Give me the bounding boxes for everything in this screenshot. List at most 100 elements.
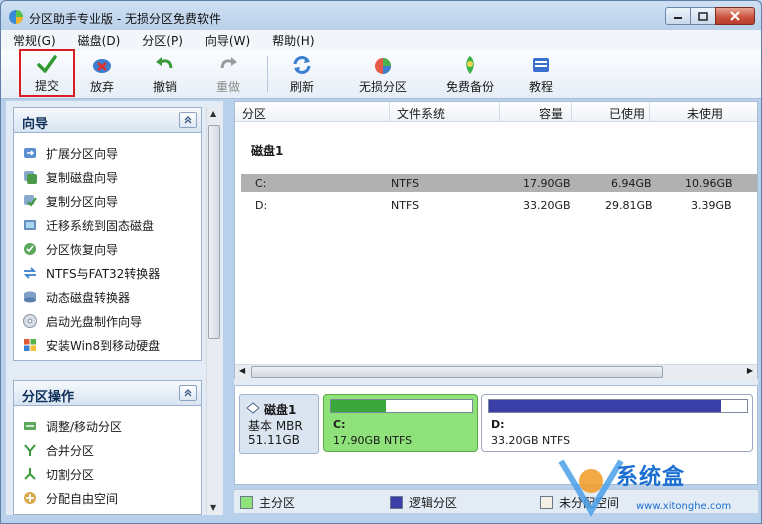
tutorial-button[interactable]: 教程 xyxy=(514,51,568,96)
wizard-item-label: 迁移系统到固态磁盘 xyxy=(46,218,155,233)
scroll-right-icon: ▶ xyxy=(746,366,753,375)
free-backup-button[interactable]: 免费备份 xyxy=(443,51,497,96)
usage-fill-c xyxy=(331,400,386,412)
op-split[interactable]: 切割分区 xyxy=(22,462,201,486)
table-row-c[interactable]: C: NTFS 17.90GB 6.94GB 10.96GB xyxy=(241,174,757,192)
menu-help[interactable]: 帮助(H) xyxy=(272,32,314,49)
menu-general[interactable]: 常规(G) xyxy=(13,32,56,49)
op-merge[interactable]: 合并分区 xyxy=(22,438,201,462)
disk-group-label: 磁盘1 xyxy=(251,144,284,158)
commit-button[interactable]: 提交 xyxy=(19,49,75,97)
table-scroll-thumb[interactable] xyxy=(251,366,663,378)
undo-button[interactable]: 撤销 xyxy=(138,51,192,96)
wizard-item-label: 复制磁盘向导 xyxy=(46,170,119,185)
wizard-item-label: NTFS与FAT32转换器 xyxy=(46,266,161,281)
wizard-item-copy-disk[interactable]: 复制磁盘向导 xyxy=(22,165,201,189)
cell-filesystem: NTFS xyxy=(391,177,420,190)
wizard-item-ntfs-fat32[interactable]: NTFS与FAT32转换器 xyxy=(22,261,201,285)
table-row-d[interactable]: D: NTFS 33.20GB 29.81GB 3.39GB xyxy=(241,196,757,214)
app-window: 分区助手专业版 - 无损分区免费软件 常规(G) 磁盘(D) 分区(P) 向导(… xyxy=(0,0,762,524)
minimize-icon xyxy=(674,17,682,19)
legend-logical: 逻辑分区 xyxy=(390,494,457,511)
disk-icon xyxy=(246,402,260,414)
partition-ops-title: 分区操作 xyxy=(22,390,75,405)
migrate-os-icon xyxy=(24,220,36,230)
legend-label: 主分区 xyxy=(259,496,296,510)
wizard-item-win8-to-go[interactable]: 安装Win8到移动硬盘 xyxy=(22,333,201,357)
wizard-item-label: 动态磁盘转换器 xyxy=(46,290,131,305)
col-free[interactable]: 未使用 xyxy=(687,105,723,122)
scroll-left-icon: ◀ xyxy=(239,366,246,375)
wizard-item-extend-partition[interactable]: 扩展分区向导 xyxy=(22,141,201,165)
refresh-icon xyxy=(293,56,311,74)
legend-swatch xyxy=(240,496,253,509)
col-filesystem[interactable]: 文件系统 xyxy=(397,105,445,122)
watermark-text: 系统盒 xyxy=(616,465,686,490)
disk-size: 51.11GB xyxy=(248,433,300,447)
wizard-item-migrate-ssd[interactable]: 迁移系统到固态磁盘 xyxy=(22,213,201,237)
chevron-up-icon xyxy=(184,116,192,124)
allocate-space-icon xyxy=(24,492,36,504)
close-icon xyxy=(730,11,740,21)
copy-disk-icon xyxy=(24,171,37,184)
cell-partition: C: xyxy=(255,177,267,190)
col-capacity[interactable]: 容量 xyxy=(539,105,563,122)
maximize-button[interactable] xyxy=(690,7,716,25)
sidebar-scrollbar[interactable]: ▲ ▼ xyxy=(206,107,221,515)
op-allocate-space[interactable]: 分配自由空间 xyxy=(22,486,201,510)
wizard-panel-header: 向导 xyxy=(14,108,201,133)
op-label: 合并分区 xyxy=(46,443,95,458)
discard-button[interactable]: 放弃 xyxy=(75,51,129,96)
usage-fill-d xyxy=(489,400,722,412)
table-hscrollbar[interactable]: ◀ ▶ xyxy=(235,364,757,379)
wizard-collapse-button[interactable] xyxy=(179,112,197,128)
legend-swatch xyxy=(390,496,403,509)
wizard-item-label: 启动光盘制作向导 xyxy=(46,314,143,329)
wizard-panel: 向导 扩展分区向导 复制磁盘向导 复制分区向导 迁移系统到固态磁盘 分区恢复向导… xyxy=(13,107,202,361)
col-partition[interactable]: 分区 xyxy=(242,105,266,122)
wizard-item-copy-partition[interactable]: 复制分区向导 xyxy=(22,189,201,213)
col-used[interactable]: 已使用 xyxy=(609,105,645,122)
lossless-partition-icon xyxy=(375,58,391,74)
menu-partition[interactable]: 分区(P) xyxy=(142,32,183,49)
redo-button[interactable]: 重做 xyxy=(201,51,255,96)
wizard-item-label: 分区恢复向导 xyxy=(46,242,119,257)
cell-used: 29.81GB xyxy=(605,199,653,212)
tutorial-icon xyxy=(533,58,549,72)
disk-info-box[interactable]: 磁盘1 基本 MBR 51.11GB xyxy=(239,394,319,454)
partition-block-d[interactable]: D: 33.20GB NTFS xyxy=(481,394,753,452)
partition-recovery-icon xyxy=(24,243,36,255)
menu-wizard[interactable]: 向导(W) xyxy=(205,32,250,49)
refresh-button[interactable]: 刷新 xyxy=(275,51,329,96)
window-title: 分区助手专业版 - 无损分区免费软件 xyxy=(29,12,221,26)
cell-capacity: 17.90GB xyxy=(523,177,571,190)
op-resize-move[interactable]: 调整/移动分区 xyxy=(22,414,201,438)
lossless-partition-button[interactable]: 无损分区 xyxy=(356,51,410,96)
partition-block-c[interactable]: C: 17.90GB NTFS xyxy=(323,394,478,452)
commit-label: 提交 xyxy=(34,79,59,93)
dynamic-disk-icon xyxy=(24,291,36,303)
boot-cd-icon xyxy=(23,314,37,328)
disk-type: 基本 MBR xyxy=(248,419,303,433)
op-label: 切割分区 xyxy=(46,467,95,482)
free-backup-label: 免费备份 xyxy=(445,80,494,94)
copy-partition-icon xyxy=(24,195,37,207)
checkmark-icon xyxy=(37,55,57,73)
cell-used: 6.94GB xyxy=(611,177,652,190)
wizard-item-label: 安装Win8到移动硬盘 xyxy=(46,338,161,353)
minimize-button[interactable] xyxy=(665,7,691,25)
site-watermark: 系统盒 www.xitonghe.com xyxy=(556,451,761,521)
scroll-down-icon: ▼ xyxy=(210,503,217,512)
legend-swatch xyxy=(540,496,553,509)
redo-icon xyxy=(220,57,237,69)
menu-disk[interactable]: 磁盘(D) xyxy=(78,32,121,49)
wizard-item-partition-recovery[interactable]: 分区恢复向导 xyxy=(22,237,201,261)
sidebar-scroll-thumb[interactable] xyxy=(208,125,220,339)
partition-ops-panel: 分区操作 调整/移动分区 合并分区 切割分区 分配自由空间 xyxy=(13,380,202,515)
close-button[interactable] xyxy=(715,7,755,25)
wizard-item-dynamic-disk[interactable]: 动态磁盘转换器 xyxy=(22,285,201,309)
partition-ops-collapse-button[interactable] xyxy=(179,385,197,401)
lossless-partition-label: 无损分区 xyxy=(358,80,407,94)
wizard-item-boot-cd[interactable]: 启动光盘制作向导 xyxy=(22,309,201,333)
left-sidebar: 向导 扩展分区向导 复制磁盘向导 复制分区向导 迁移系统到固态磁盘 分区恢复向导… xyxy=(6,101,223,515)
